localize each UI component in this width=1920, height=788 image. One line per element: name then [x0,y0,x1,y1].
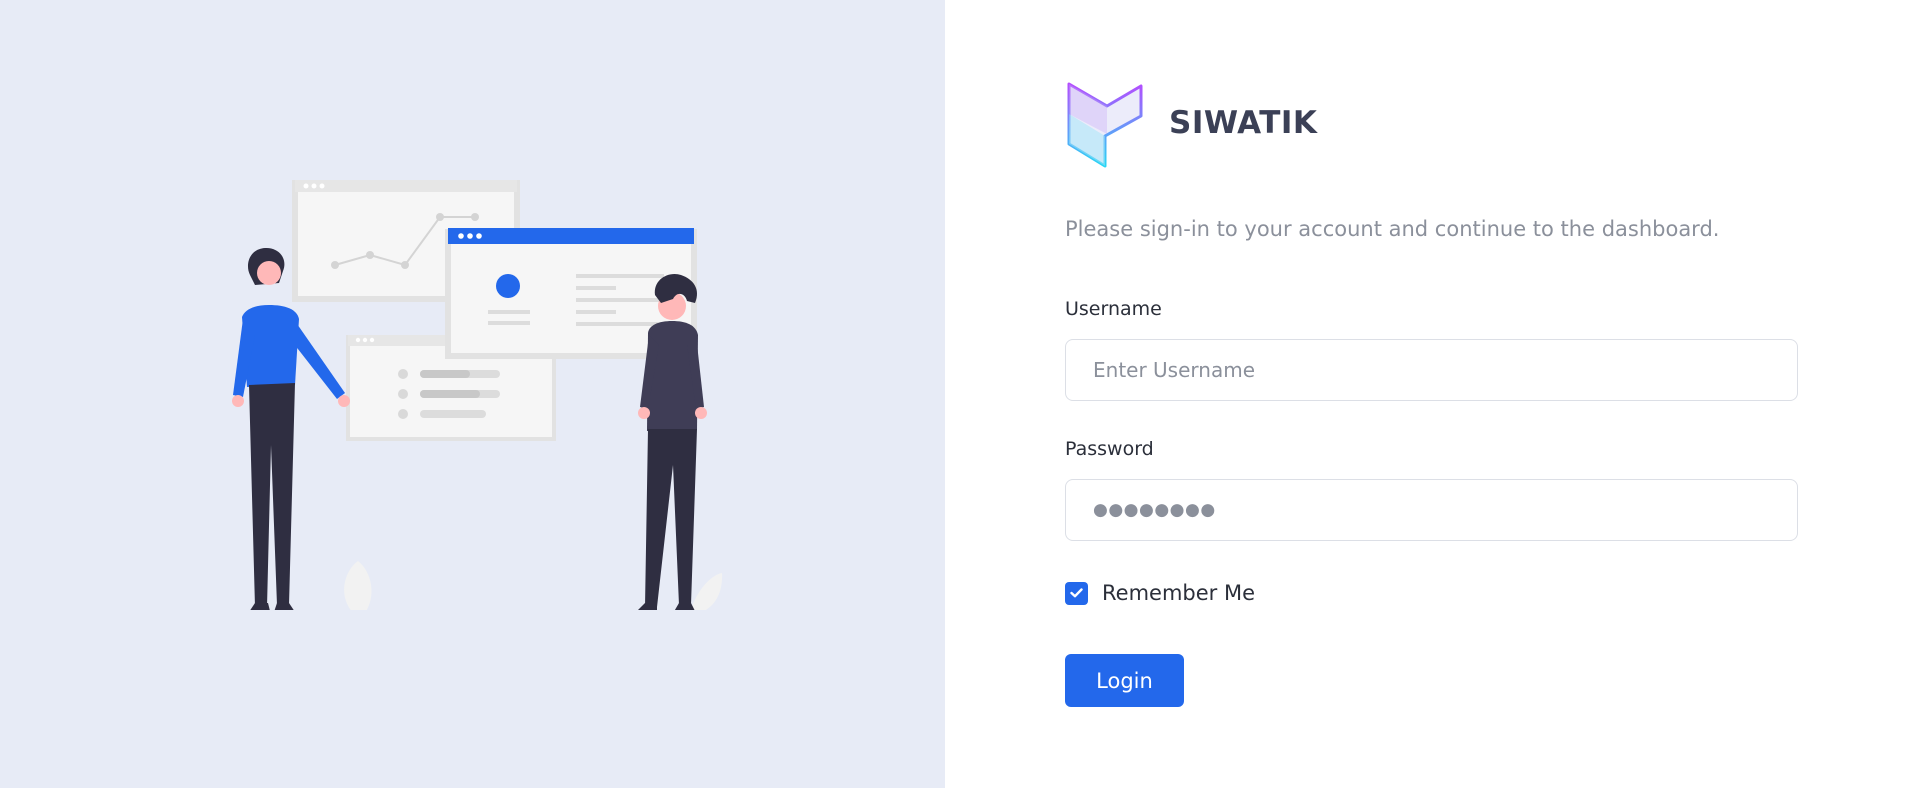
remember-me-label: Remember Me [1102,581,1255,605]
siwatik-logo-icon [1067,82,1143,168]
team-dashboard-illustration [232,180,723,610]
brand-header: SIWATIK [1065,78,1317,168]
login-panel: SIWATIK Please sign-in to your account a… [945,0,1920,788]
login-subtitle: Please sign-in to your account and conti… [1065,217,1720,241]
brand-name: SIWATIK [1169,105,1318,141]
woman-figure [232,247,350,610]
password-label: Password [1065,438,1154,460]
login-page: SIWATIK Please sign-in to your account a… [0,0,1920,788]
password-input[interactable]: ●●●●●●●● [1065,479,1798,541]
remember-me-checkbox[interactable] [1065,581,1088,605]
password-value: ●●●●●●●● [1093,500,1216,520]
illustration-panel [0,0,945,788]
remember-me[interactable]: Remember Me [1065,581,1255,605]
checkmark-icon [1070,588,1083,598]
username-input[interactable] [1065,339,1798,401]
username-label: Username [1065,298,1162,320]
login-button[interactable]: Login [1065,654,1184,707]
